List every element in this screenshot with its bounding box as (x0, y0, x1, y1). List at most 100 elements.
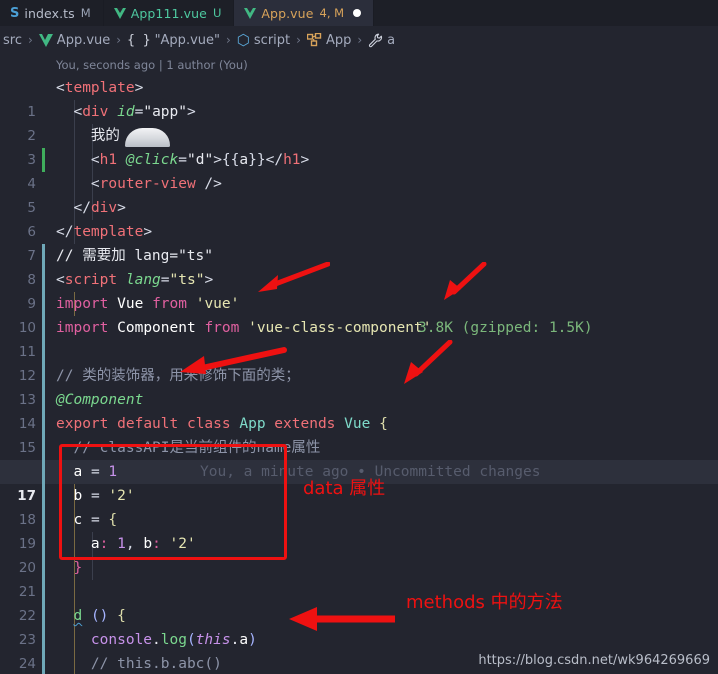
git-gutter-modified (42, 652, 45, 674)
git-gutter-added (42, 148, 45, 172)
typescript-icon: S (10, 5, 20, 21)
git-gutter-modified (42, 244, 45, 268)
breadcrumb-separator: › (296, 33, 301, 47)
git-gutter-modified (42, 460, 45, 484)
code-line[interactable]: 15 export default class App extends Vue … (0, 412, 718, 456)
line-content: </template> (56, 224, 153, 240)
code-line[interactable]: 6 </div> (0, 196, 718, 240)
vue-logo-icon (244, 7, 257, 19)
line-content: import Component from 'vue-class-compone… (56, 320, 432, 336)
code-line[interactable]: 13 // 类的装饰器，用来修饰下面的类； (0, 364, 718, 408)
breadcrumb-separator: › (27, 33, 33, 47)
code-line[interactable]: 3 我的 (0, 124, 718, 168)
code-line[interactable]: 19 c = { (0, 508, 718, 552)
git-blame-header: You, seconds ago | 1 author (You) (56, 58, 248, 72)
tab-status-badge: U (212, 6, 222, 20)
tab-bar-filler (374, 0, 718, 26)
code-line[interactable]: 5 <router-view /> (0, 172, 718, 216)
line-content: // 类的装饰器，用来修饰下面的类； (56, 368, 300, 384)
code-line[interactable]: 9 <script lang="ts"> (0, 268, 718, 312)
module-icon: ⬡ (236, 30, 250, 49)
breadcrumb-label: script (253, 32, 291, 48)
breadcrumb-label: "App.vue" (154, 32, 220, 48)
import-size-hint: 3.8K (gzipped: 1.5K) (418, 320, 593, 336)
breadcrumb-separator: › (116, 33, 122, 47)
annotation-label-methods: methods 中的方法 (406, 592, 563, 613)
git-gutter-modified (42, 412, 45, 436)
line-content: <template> (56, 80, 144, 96)
tab-index-ts[interactable]: S index.ts M (0, 0, 104, 26)
git-gutter-modified (42, 604, 45, 628)
vscode-window: S index.ts M App111.vue U App.vue 4, M s… (0, 0, 718, 674)
code-line[interactable]: 7 </template> (0, 220, 718, 264)
code-line[interactable]: 10 import Vue from 'vue' (0, 292, 718, 336)
line-content: b = '2' (73, 488, 135, 504)
git-gutter-modified (42, 316, 45, 340)
code-lines[interactable]: 1 <template> 2 <div id="app"> 3 我的 4 <h1… (0, 76, 718, 674)
git-gutter-modified (42, 508, 45, 532)
breadcrumb-item-app-vue[interactable]: App.vue (38, 33, 111, 48)
breadcrumb-item-property-a[interactable]: a (367, 33, 396, 48)
breadcrumb-label: App (325, 32, 352, 48)
braces-icon: { } (127, 32, 151, 48)
git-gutter-modified (42, 580, 45, 604)
breadcrumb-label: src (3, 32, 22, 48)
code-line[interactable]: 21 } (0, 556, 718, 600)
line-content: } (73, 560, 83, 576)
code-line[interactable]: 23 d () { (0, 604, 718, 648)
code-line[interactable]: 16 // classAPI是当前组件的name属性 (0, 436, 718, 480)
unsaved-dot-icon[interactable] (353, 9, 362, 17)
tab-status-badge: 4, M (319, 6, 345, 20)
breadcrumb-label: a (387, 32, 396, 48)
git-gutter-modified (42, 268, 45, 292)
code-line[interactable]: 8 // 需要加 lang="ts" (0, 244, 718, 288)
editor-tab-bar: S index.ts M App111.vue U App.vue 4, M (0, 0, 718, 26)
git-gutter-modified (42, 364, 45, 388)
git-gutter-modified (42, 556, 45, 580)
breadcrumb: src › App.vue › { } "App.vue" › ⬡ script… (0, 26, 718, 54)
line-content: import Vue from 'vue' (56, 296, 240, 312)
vue-logo-icon (38, 33, 53, 47)
code-line[interactable]: 20 a: 1, b: '2' (0, 532, 718, 576)
git-gutter-modified (42, 436, 45, 460)
line-content: c = { (73, 512, 118, 528)
code-line[interactable]: 11 import Component from 'vue-class-comp… (0, 316, 718, 360)
tab-label: App.vue (261, 5, 314, 21)
breadcrumb-label: App.vue (56, 32, 111, 48)
line-content: a: 1, b: '2' (90, 536, 196, 552)
code-line[interactable]: 24 console.log(this.a) (0, 628, 718, 672)
breadcrumb-item-src[interactable]: src (2, 33, 23, 48)
code-line[interactable]: 2 <div id="app"> (0, 100, 718, 144)
breadcrumb-item-app-vue-symbol[interactable]: { } "App.vue" (126, 33, 221, 48)
class-icon (306, 33, 322, 47)
breadcrumb-item-app-class[interactable]: App (306, 33, 352, 48)
annotation-label-data: data 属性 (303, 478, 386, 499)
code-line[interactable]: 14 @Component (0, 388, 718, 432)
code-editor[interactable]: You, seconds ago | 1 author (You) 1 <tem… (0, 54, 718, 674)
tab-app-vue[interactable]: App.vue 4, M (234, 0, 375, 26)
code-line[interactable]: 22 (0, 580, 718, 624)
git-gutter-modified (42, 628, 45, 652)
git-gutter-modified (42, 388, 45, 412)
watermark-url: https://blog.csdn.net/wk964269669 (478, 653, 710, 668)
line-content: export default class App extends Vue { (56, 416, 388, 432)
code-line[interactable]: 4 <h1 @click="d">{{a}}</h1> (0, 148, 718, 192)
line-content: // this.b.abc() (56, 656, 222, 672)
git-gutter-modified (42, 292, 45, 316)
line-content: // 需要加 lang="ts" (56, 248, 213, 264)
tab-status-badge: M (80, 6, 91, 20)
breadcrumb-item-script[interactable]: ⬡ script (236, 30, 291, 49)
line-content: console.log(this.a) (90, 632, 257, 648)
code-line[interactable]: 12 (0, 340, 718, 384)
code-line[interactable]: 1 <template> (0, 76, 718, 120)
line-content: // classAPI是当前组件的name属性 (56, 440, 321, 456)
git-gutter-modified (42, 484, 45, 508)
line-content: <h1 @click="d">{{a}}</h1> (90, 152, 310, 168)
tab-label: App111.vue (130, 5, 207, 21)
redaction-blob (125, 128, 170, 147)
line-content: a = 1 (73, 464, 118, 480)
line-content: @Component (56, 392, 144, 408)
wrench-icon (369, 33, 383, 47)
line-content: <router-view /> (90, 176, 222, 192)
tab-app111-vue[interactable]: App111.vue U (103, 0, 235, 26)
